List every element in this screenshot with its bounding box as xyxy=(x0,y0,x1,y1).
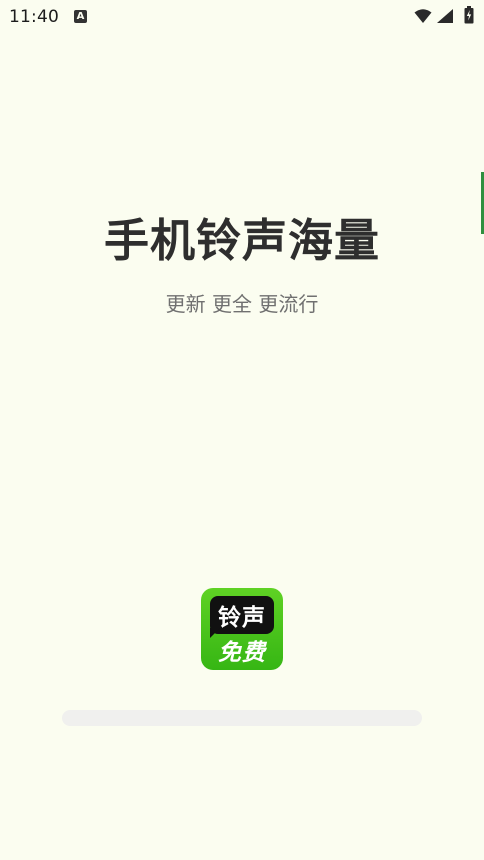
splash-subtitle: 更新 更全 更流行 xyxy=(165,292,319,316)
a-letter-icon: A xyxy=(74,10,87,23)
status-time: 11:40 xyxy=(9,7,59,27)
logo-text-bottom: 免费 xyxy=(218,640,266,666)
logo-text-top: 铃声 xyxy=(218,605,266,631)
app-logo: 铃声 免费 xyxy=(201,588,283,670)
signal-icon xyxy=(437,9,453,23)
battery-charging-icon xyxy=(464,6,474,24)
wifi-icon xyxy=(414,9,432,23)
status-bar: 11:40 A xyxy=(0,0,484,32)
splash-title: 手机铃声海量 xyxy=(103,214,380,267)
loading-progress-bar xyxy=(62,710,422,726)
